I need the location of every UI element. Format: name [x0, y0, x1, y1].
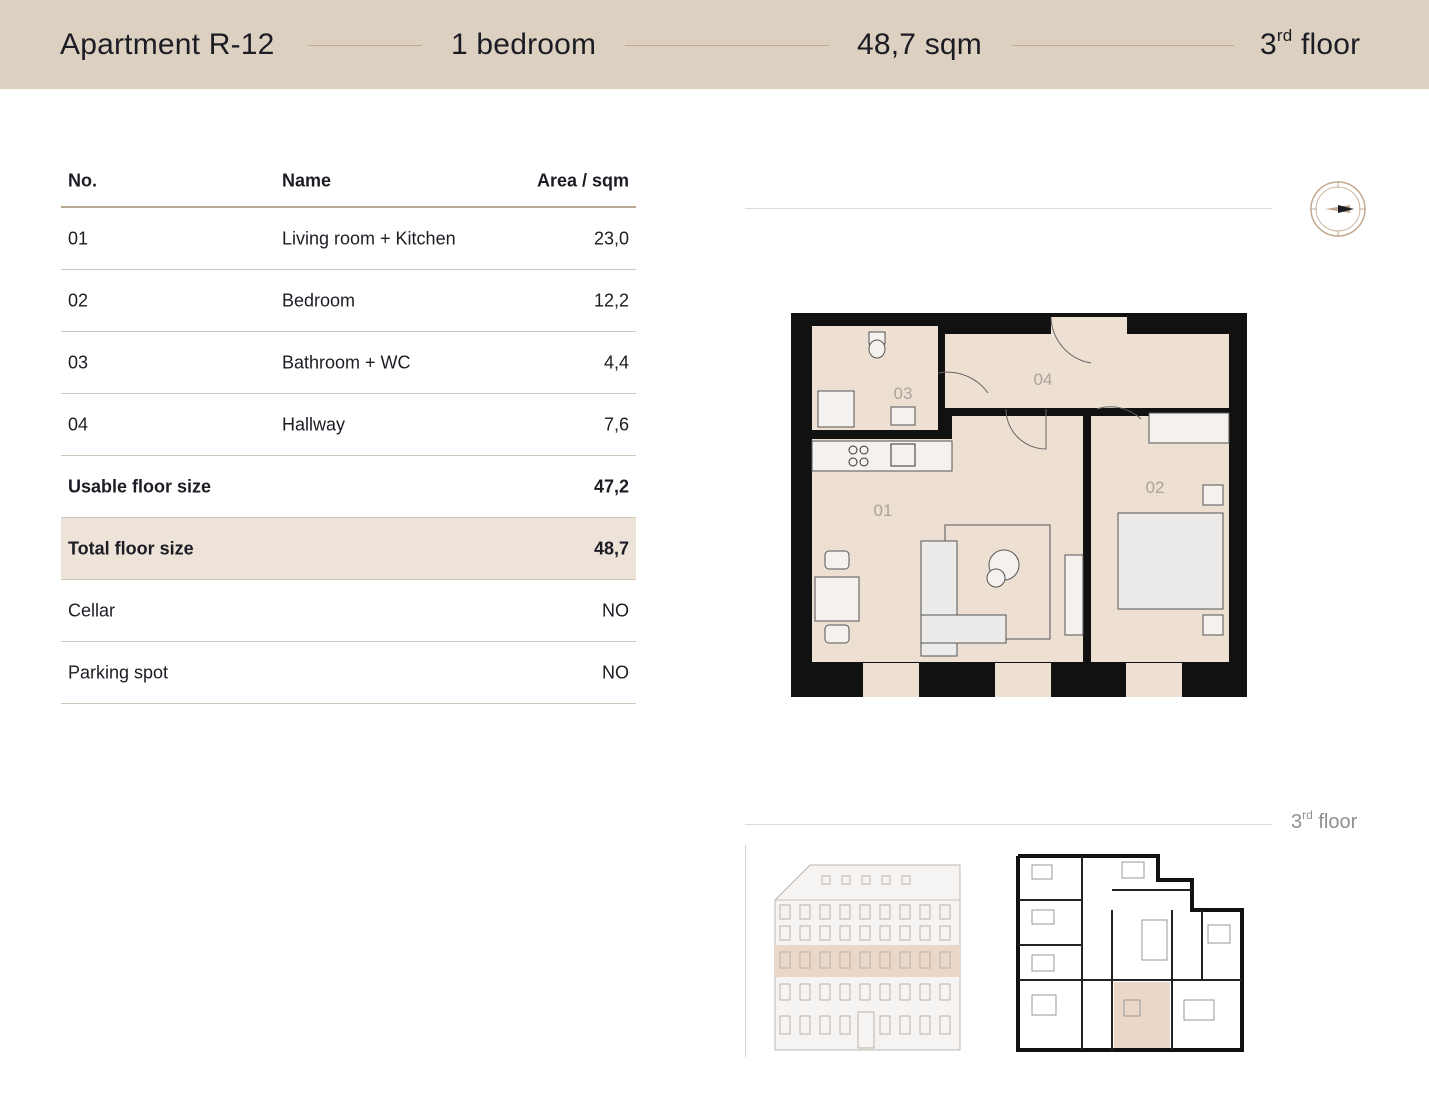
room-name: Living room + Kitchen — [282, 228, 456, 248]
usable-floor-value: 47,2 — [593, 476, 629, 496]
room-number: 02 — [68, 290, 89, 310]
floor-word: floor — [1300, 28, 1361, 61]
building-facade-drawing — [774, 864, 961, 1051]
floor-label-number: 3 — [1291, 811, 1303, 833]
parking-label: Parking spot — [68, 662, 169, 682]
room-number: 01 — [68, 228, 89, 248]
floor-section-label: 3rd floor — [1291, 808, 1358, 834]
cellar-label: Cellar — [68, 600, 116, 620]
cellar-row: Cellar NO — [61, 580, 636, 642]
floor-number: 3 — [1260, 28, 1277, 61]
plan-label-02: 02 — [1146, 478, 1165, 497]
plan-divider — [745, 208, 1272, 209]
compass-icon — [1310, 181, 1366, 237]
room-area: 7,6 — [603, 414, 629, 434]
header-divider — [308, 45, 422, 46]
total-floor-row: Total floor size 48,7 — [61, 518, 636, 580]
floor-divider — [745, 824, 1272, 825]
column-header-area: Area / sqm — [536, 170, 629, 190]
floor-suffix: rd — [1276, 26, 1293, 45]
room-area: 12,2 — [593, 290, 629, 310]
room-04-fill — [945, 334, 1229, 408]
floor-indicator: 3rd floor — [1260, 26, 1360, 64]
floor-overview-plan — [1016, 854, 1244, 1052]
apartment-area: 48,7 sqm — [857, 28, 982, 61]
usable-floor-label: Usable floor size — [68, 476, 212, 496]
room-number: 03 — [68, 352, 89, 372]
room-table: No. Name Area / sqm 01 Living room + Kit… — [61, 155, 636, 704]
column-header-no: No. — [68, 170, 97, 190]
total-floor-label: Total floor size — [68, 538, 194, 558]
header-divider — [625, 45, 829, 46]
parking-row: Parking spot NO — [61, 642, 636, 704]
table-row: 04 Hallway 7,6 — [61, 394, 636, 456]
table-row: 02 Bedroom 12,2 — [61, 270, 636, 332]
room-area: 23,0 — [593, 228, 629, 248]
parking-value: NO — [602, 662, 629, 682]
floor-label-suffix: rd — [1302, 808, 1313, 822]
bedroom-count: 1 bedroom — [451, 28, 597, 61]
facade-divider — [745, 845, 746, 1057]
room-name: Bedroom — [282, 290, 356, 310]
apartment-floor-plan: 03 04 01 02 — [791, 313, 1247, 697]
table-header: No. Name Area / sqm — [61, 155, 636, 208]
highlighted-apartment — [1114, 982, 1170, 1048]
header-divider — [1012, 45, 1234, 46]
table-row: 03 Bathroom + WC 4,4 — [61, 332, 636, 394]
room-name: Bathroom + WC — [282, 352, 411, 372]
header-bar: Apartment R-12 1 bedroom 48,7 sqm 3rd fl… — [0, 0, 1429, 89]
column-header-name: Name — [282, 170, 332, 190]
plan-label-03: 03 — [894, 384, 913, 403]
table-row: 01 Living room + Kitchen 23,0 — [61, 208, 636, 270]
usable-floor-row: Usable floor size 47,2 — [61, 456, 636, 518]
total-floor-value: 48,7 — [593, 538, 629, 558]
room-name: Hallway — [282, 414, 346, 434]
apartment-title: Apartment R-12 — [60, 28, 275, 61]
floor-label-word: floor — [1318, 811, 1358, 833]
plan-label-04: 04 — [1034, 370, 1053, 389]
room-area: 4,4 — [603, 352, 629, 372]
cellar-value: NO — [602, 600, 629, 620]
room-number: 04 — [68, 414, 89, 434]
plan-label-01: 01 — [874, 501, 893, 520]
